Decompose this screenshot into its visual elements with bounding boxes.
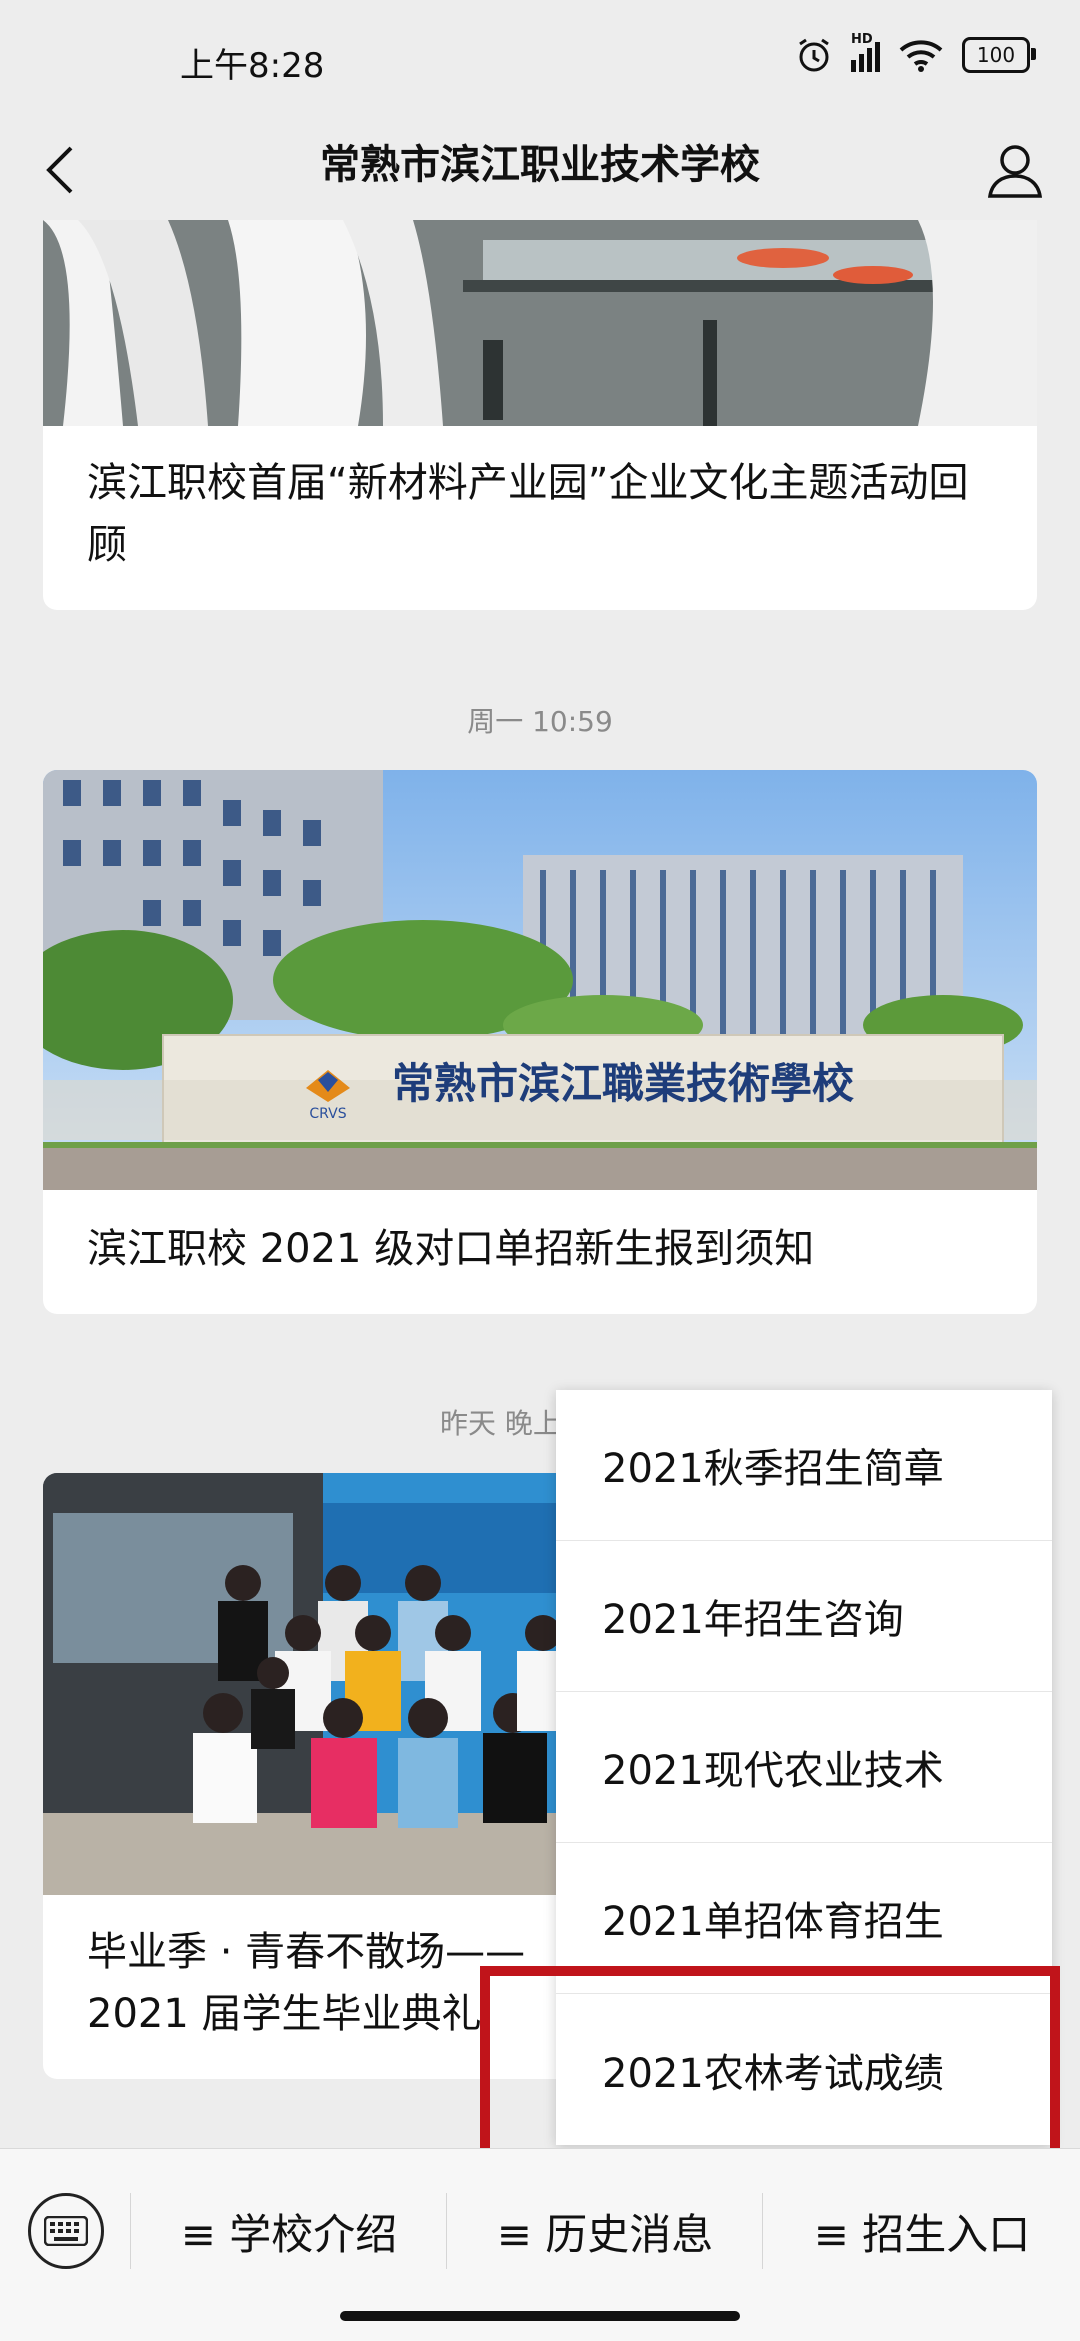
menu-tab-admission[interactable]: ≡ 招生入口	[764, 2179, 1080, 2283]
user-icon	[987, 145, 1043, 198]
article-title: 滨江职校 2021 级对口单招新生报到须知	[87, 1226, 815, 1272]
nav-bar: 常熟市滨江职业技术学校	[0, 120, 1080, 220]
article-image-campus: CRVS 常熟市滨江職業技術學校	[43, 770, 1037, 1190]
keyboard-icon	[44, 2216, 88, 2246]
chevron-left-icon	[46, 146, 73, 194]
article-image-lab	[43, 220, 1037, 426]
wifi-icon	[899, 40, 943, 72]
article-card[interactable]: CRVS 常熟市滨江職業技術學校 滨江职校 2021 级对口单招新生报到须知	[43, 770, 1037, 1314]
menu-item-modern-agriculture[interactable]: 2021现代农业技术	[556, 1692, 1052, 1843]
bottom-menu-bar: ≡ 学校介绍 ≡ 历史消息 ≡ 招生入口	[0, 2148, 1080, 2341]
battery-level: 100	[976, 43, 1016, 67]
menu-tab-history[interactable]: ≡ 历史消息	[448, 2179, 762, 2283]
keyboard-toggle-button[interactable]	[28, 2193, 104, 2269]
divider	[446, 2193, 447, 2269]
battery-icon: 100	[962, 37, 1036, 73]
status-bar: 上午8:28 HD 100	[0, 0, 1080, 120]
menu-item-admission-consult[interactable]: 2021年招生咨询	[556, 1541, 1052, 1692]
back-button[interactable]	[30, 130, 90, 210]
message-timestamp: 周一 10:59	[467, 705, 613, 738]
page-title: 常熟市滨江职业技术学校	[320, 142, 760, 188]
divider	[130, 2193, 131, 2269]
sign-text: 常熟市滨江職業技術學校	[392, 1059, 854, 1108]
divider	[762, 2193, 763, 2269]
message-timestamp: 昨天 晚上	[440, 1407, 561, 1440]
network-label: HD	[851, 32, 873, 47]
home-indicator[interactable]	[340, 2311, 740, 2321]
article-card[interactable]: 滨江职校首届“新材料产业园”企业文化主题活动回顾	[43, 220, 1037, 610]
alarm-icon	[799, 38, 829, 72]
cell-signal-icon: HD	[851, 32, 880, 72]
status-icons: HD 100	[795, 32, 1036, 74]
logo-text: CRVS	[309, 1106, 346, 1122]
article-title: 滨江职校首届“新材料产业园”企业文化主题活动回顾	[87, 460, 969, 568]
profile-button[interactable]	[980, 130, 1050, 210]
status-time: 上午8:28	[180, 46, 325, 86]
menu-tab-school-intro[interactable]: ≡ 学校介绍	[132, 2179, 446, 2283]
menu-item-autumn-admission[interactable]: 2021秋季招生简章	[556, 1390, 1052, 1541]
